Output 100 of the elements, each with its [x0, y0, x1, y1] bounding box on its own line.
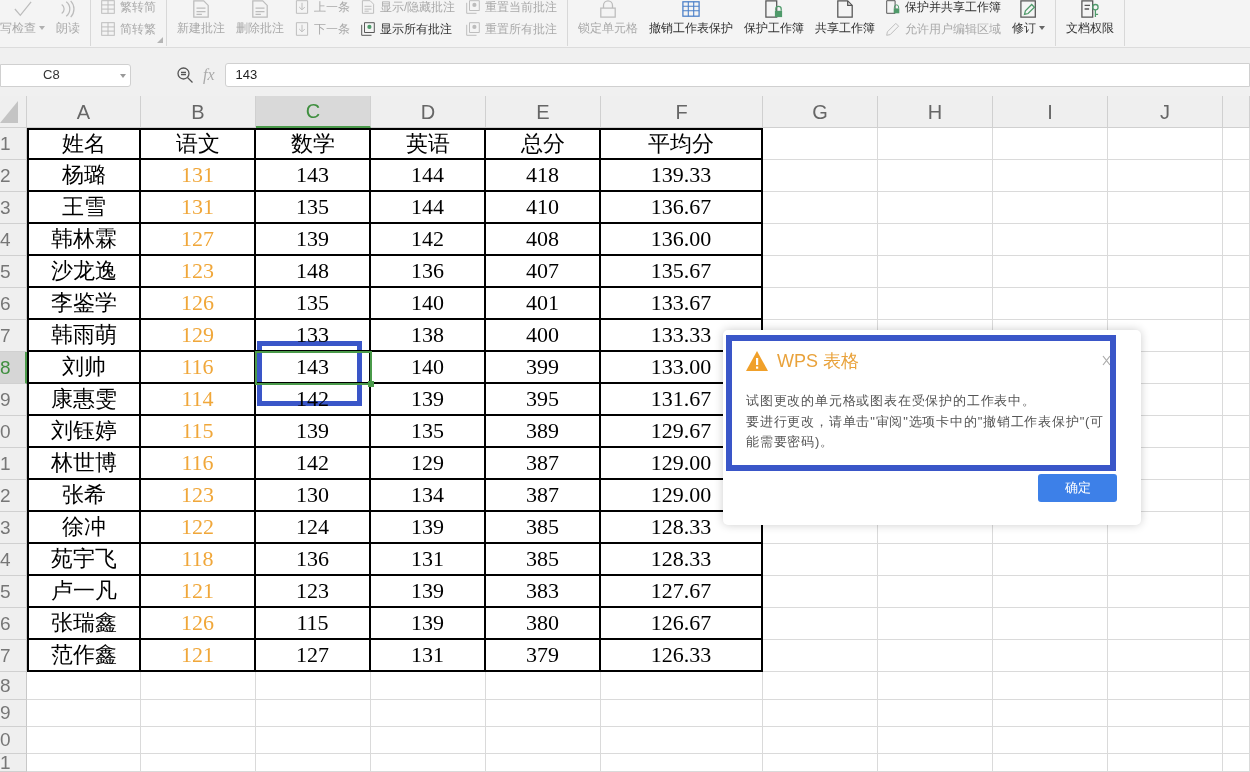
- ribbon-button[interactable]: 文档权限: [1066, 0, 1115, 36]
- table-cell: 130: [256, 480, 371, 512]
- table-cell: 135: [256, 288, 371, 320]
- table-cell: 张希: [27, 480, 141, 512]
- ribbon-button[interactable]: 修订: [1012, 0, 1046, 36]
- name-box[interactable]: C8: [0, 63, 131, 87]
- sound-waves-icon: [59, 0, 77, 18]
- document-key-icon: [1081, 0, 1100, 18]
- table-cell: 121: [141, 576, 256, 608]
- row-header[interactable]: 4: [0, 224, 27, 256]
- row-header[interactable]: 4: [0, 544, 27, 576]
- document-arrow-icon: [295, 22, 309, 36]
- formula-input[interactable]: 143: [224, 63, 1250, 87]
- column-header[interactable]: A: [27, 96, 141, 128]
- table-cell: 407: [486, 256, 601, 288]
- table-cell: 139: [371, 576, 486, 608]
- row-header[interactable]: 2: [0, 480, 27, 512]
- table-cell: 114: [141, 384, 256, 416]
- row-header[interactable]: 7: [0, 640, 27, 672]
- tick-icon: [13, 0, 32, 18]
- table-cell: 杨璐: [27, 160, 141, 192]
- row-header[interactable]: 8: [0, 352, 27, 384]
- column-header[interactable]: F: [601, 96, 763, 128]
- row-header[interactable]: 1: [0, 754, 27, 772]
- table-cell: 131: [371, 544, 486, 576]
- table-cell: 118: [141, 544, 256, 576]
- spreadsheet-icon: [682, 0, 701, 18]
- table-cell: 李鉴学: [27, 288, 141, 320]
- column-header[interactable]: I: [993, 96, 1108, 128]
- ribbon-button[interactable]: 保护并共享工作簿: [886, 0, 1002, 14]
- column-header[interactable]: G: [763, 96, 878, 128]
- row-header[interactable]: 9: [0, 700, 27, 727]
- row-header[interactable]: 9: [0, 384, 27, 416]
- table-cell: 380: [486, 608, 601, 640]
- table-cell: 143: [256, 160, 371, 192]
- ribbon-button[interactable]: 显示所有批注: [361, 22, 456, 36]
- table-cell: 语文: [141, 128, 256, 160]
- table-cell: 148: [256, 256, 371, 288]
- row-header[interactable]: 1: [0, 128, 27, 160]
- table-cell: 123: [141, 480, 256, 512]
- row-header[interactable]: 7: [0, 320, 27, 352]
- table-cell: 115: [256, 608, 371, 640]
- column-header[interactable]: H: [878, 96, 993, 128]
- table-cell: 387: [486, 480, 601, 512]
- column-header[interactable]: E: [486, 96, 601, 128]
- ribbon-button[interactable]: 撤销工作表保护: [649, 0, 734, 36]
- row-header[interactable]: 8: [0, 672, 27, 700]
- stacked-notes-icon: [361, 22, 375, 36]
- table-cell: 沙龙逸: [27, 256, 141, 288]
- table-cell: 142: [256, 448, 371, 480]
- column-header[interactable]: C: [256, 96, 371, 128]
- caret-icon: [120, 73, 126, 78]
- table-cell: 总分: [486, 128, 601, 160]
- table-cell: 123: [256, 576, 371, 608]
- row-header[interactable]: 0: [0, 727, 27, 754]
- row-header[interactable]: 6: [0, 288, 27, 320]
- table-cell: 389: [486, 416, 601, 448]
- table-cell: 刘钰婷: [27, 416, 141, 448]
- table-cell: 144: [371, 160, 486, 192]
- document-pencil-icon: [1019, 0, 1038, 18]
- table-cell: 129: [371, 448, 486, 480]
- column-header[interactable]: [1223, 96, 1250, 128]
- table-cell: 401: [486, 288, 601, 320]
- dialog-button[interactable]: 确定: [1038, 474, 1117, 502]
- table-cell: 139: [256, 224, 371, 256]
- document-icon: [836, 0, 855, 18]
- table-cell: 129: [141, 320, 256, 352]
- stacked-notes-icon: [466, 22, 481, 36]
- row-header[interactable]: 5: [0, 576, 27, 608]
- table-cell: 127: [256, 640, 371, 672]
- row-header[interactable]: 5: [0, 256, 27, 288]
- table-cell: 410: [486, 192, 601, 224]
- table-cell: 131: [141, 160, 256, 192]
- table-cell: 400: [486, 320, 601, 352]
- table-cell: 116: [141, 352, 256, 384]
- note-icon: [192, 0, 210, 18]
- table-cell: 124: [256, 512, 371, 544]
- table-cell: 127: [141, 224, 256, 256]
- table-cell: 116: [141, 448, 256, 480]
- ribbon-button[interactable]: 共享工作簿: [815, 0, 876, 36]
- close-icon[interactable]: [1102, 355, 1111, 366]
- table-cell: 123: [141, 256, 256, 288]
- row-header[interactable]: 3: [0, 192, 27, 224]
- ribbon-button[interactable]: 保护工作簿: [744, 0, 805, 36]
- table-cell: 121: [141, 640, 256, 672]
- row-header[interactable]: 3: [0, 512, 27, 544]
- column-header[interactable]: J: [1108, 96, 1223, 128]
- row-header[interactable]: 2: [0, 160, 27, 192]
- select-all-icon[interactable]: [0, 100, 18, 123]
- row-header[interactable]: 6: [0, 608, 27, 640]
- table-cell: 卢一凡: [27, 576, 141, 608]
- column-header[interactable]: D: [371, 96, 486, 128]
- table-cell: 122: [141, 512, 256, 544]
- table-cell: 韩雨萌: [27, 320, 141, 352]
- table-cell: 395: [486, 384, 601, 416]
- corner-arrow-icon[interactable]: [157, 37, 163, 43]
- row-header[interactable]: 0: [0, 416, 27, 448]
- row-header[interactable]: 1: [0, 448, 27, 480]
- magnifier-icon[interactable]: [177, 67, 193, 83]
- column-header[interactable]: B: [141, 96, 256, 128]
